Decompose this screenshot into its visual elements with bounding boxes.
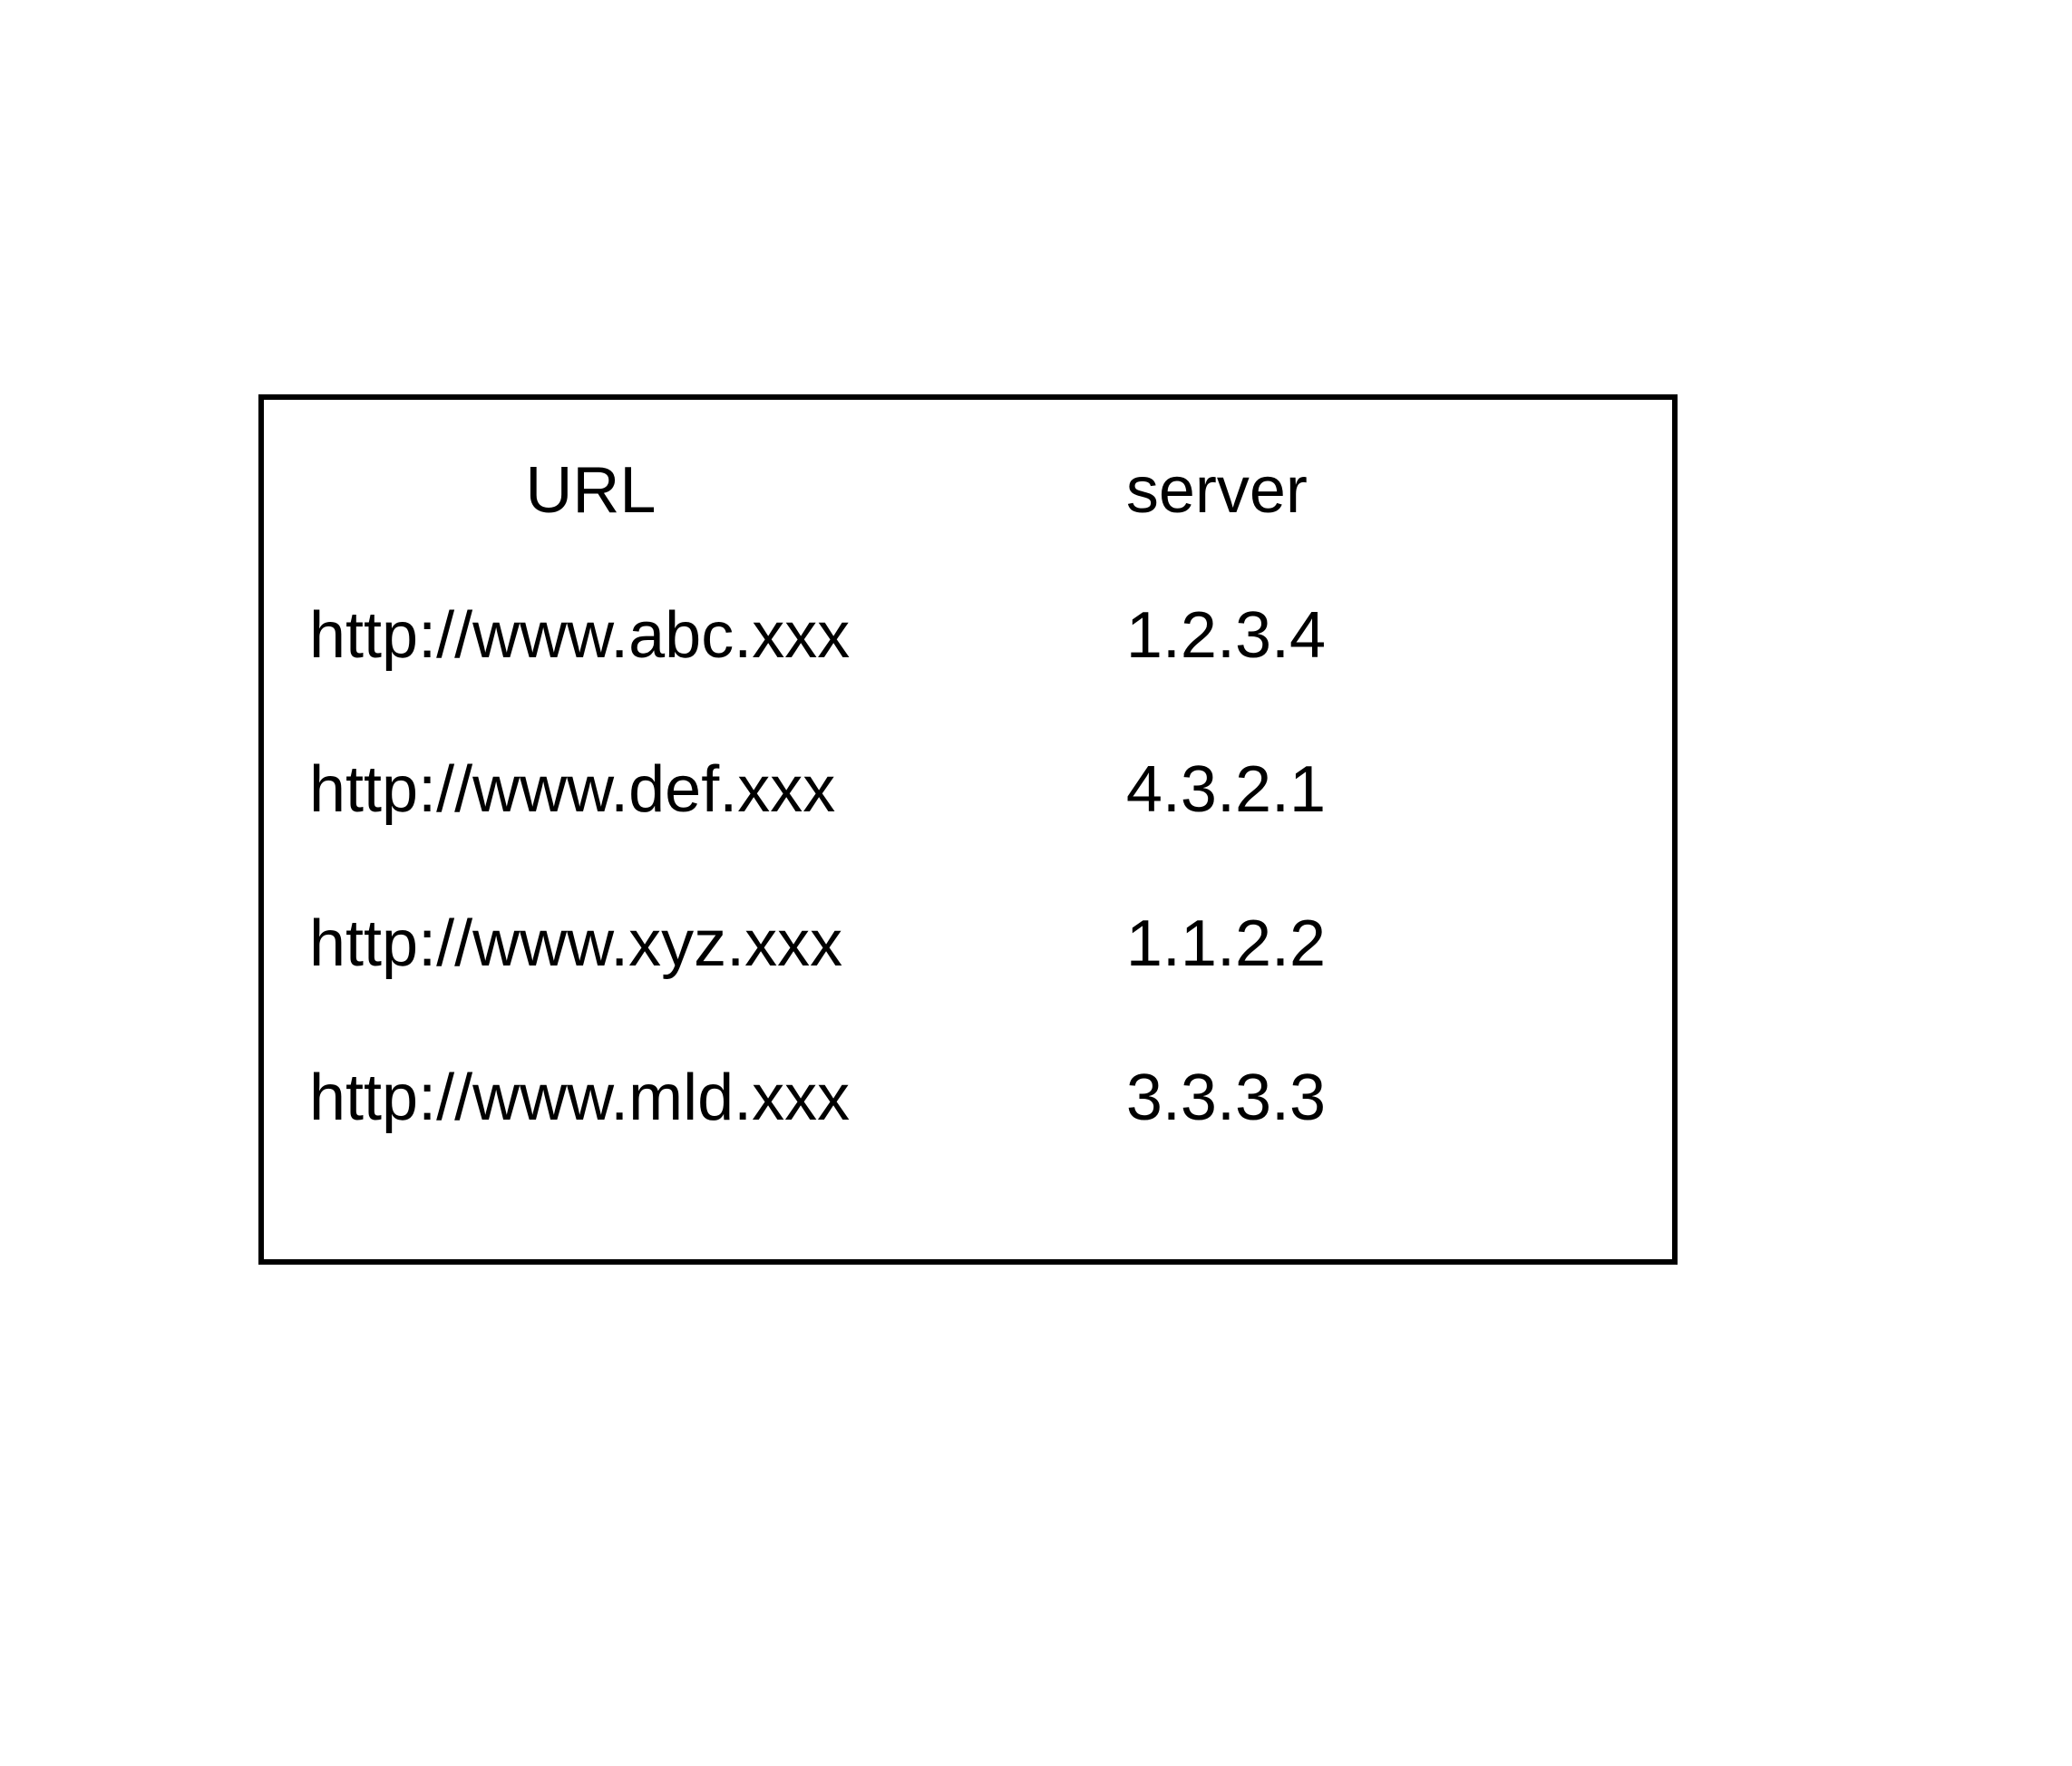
url-server-table: URL server http://www.abc.xxx 1.2.3.4 ht… [258,394,1678,1265]
table-row: http://www.xyz.xxx 1.1.2.2 [309,867,1627,1021]
cell-server: 1.2.3.4 [1126,598,1627,673]
header-url: URL [309,453,1126,528]
cell-url: http://www.mld.xxx [309,1061,1126,1135]
cell-url: http://www.abc.xxx [309,598,1126,673]
cell-server: 4.3.2.1 [1126,752,1627,827]
cell-url: http://www.def.xxx [309,752,1126,827]
table-row: http://www.def.xxx 4.3.2.1 [309,713,1627,867]
cell-server: 1.1.2.2 [1126,907,1627,981]
table-row: http://www.mld.xxx 3.3.3.3 [309,1021,1627,1175]
cell-server: 3.3.3.3 [1126,1061,1627,1135]
cell-url: http://www.xyz.xxx [309,907,1126,981]
header-server: server [1126,453,1627,528]
table-row: http://www.abc.xxx 1.2.3.4 [309,558,1627,713]
table-header-row: URL server [309,436,1627,545]
